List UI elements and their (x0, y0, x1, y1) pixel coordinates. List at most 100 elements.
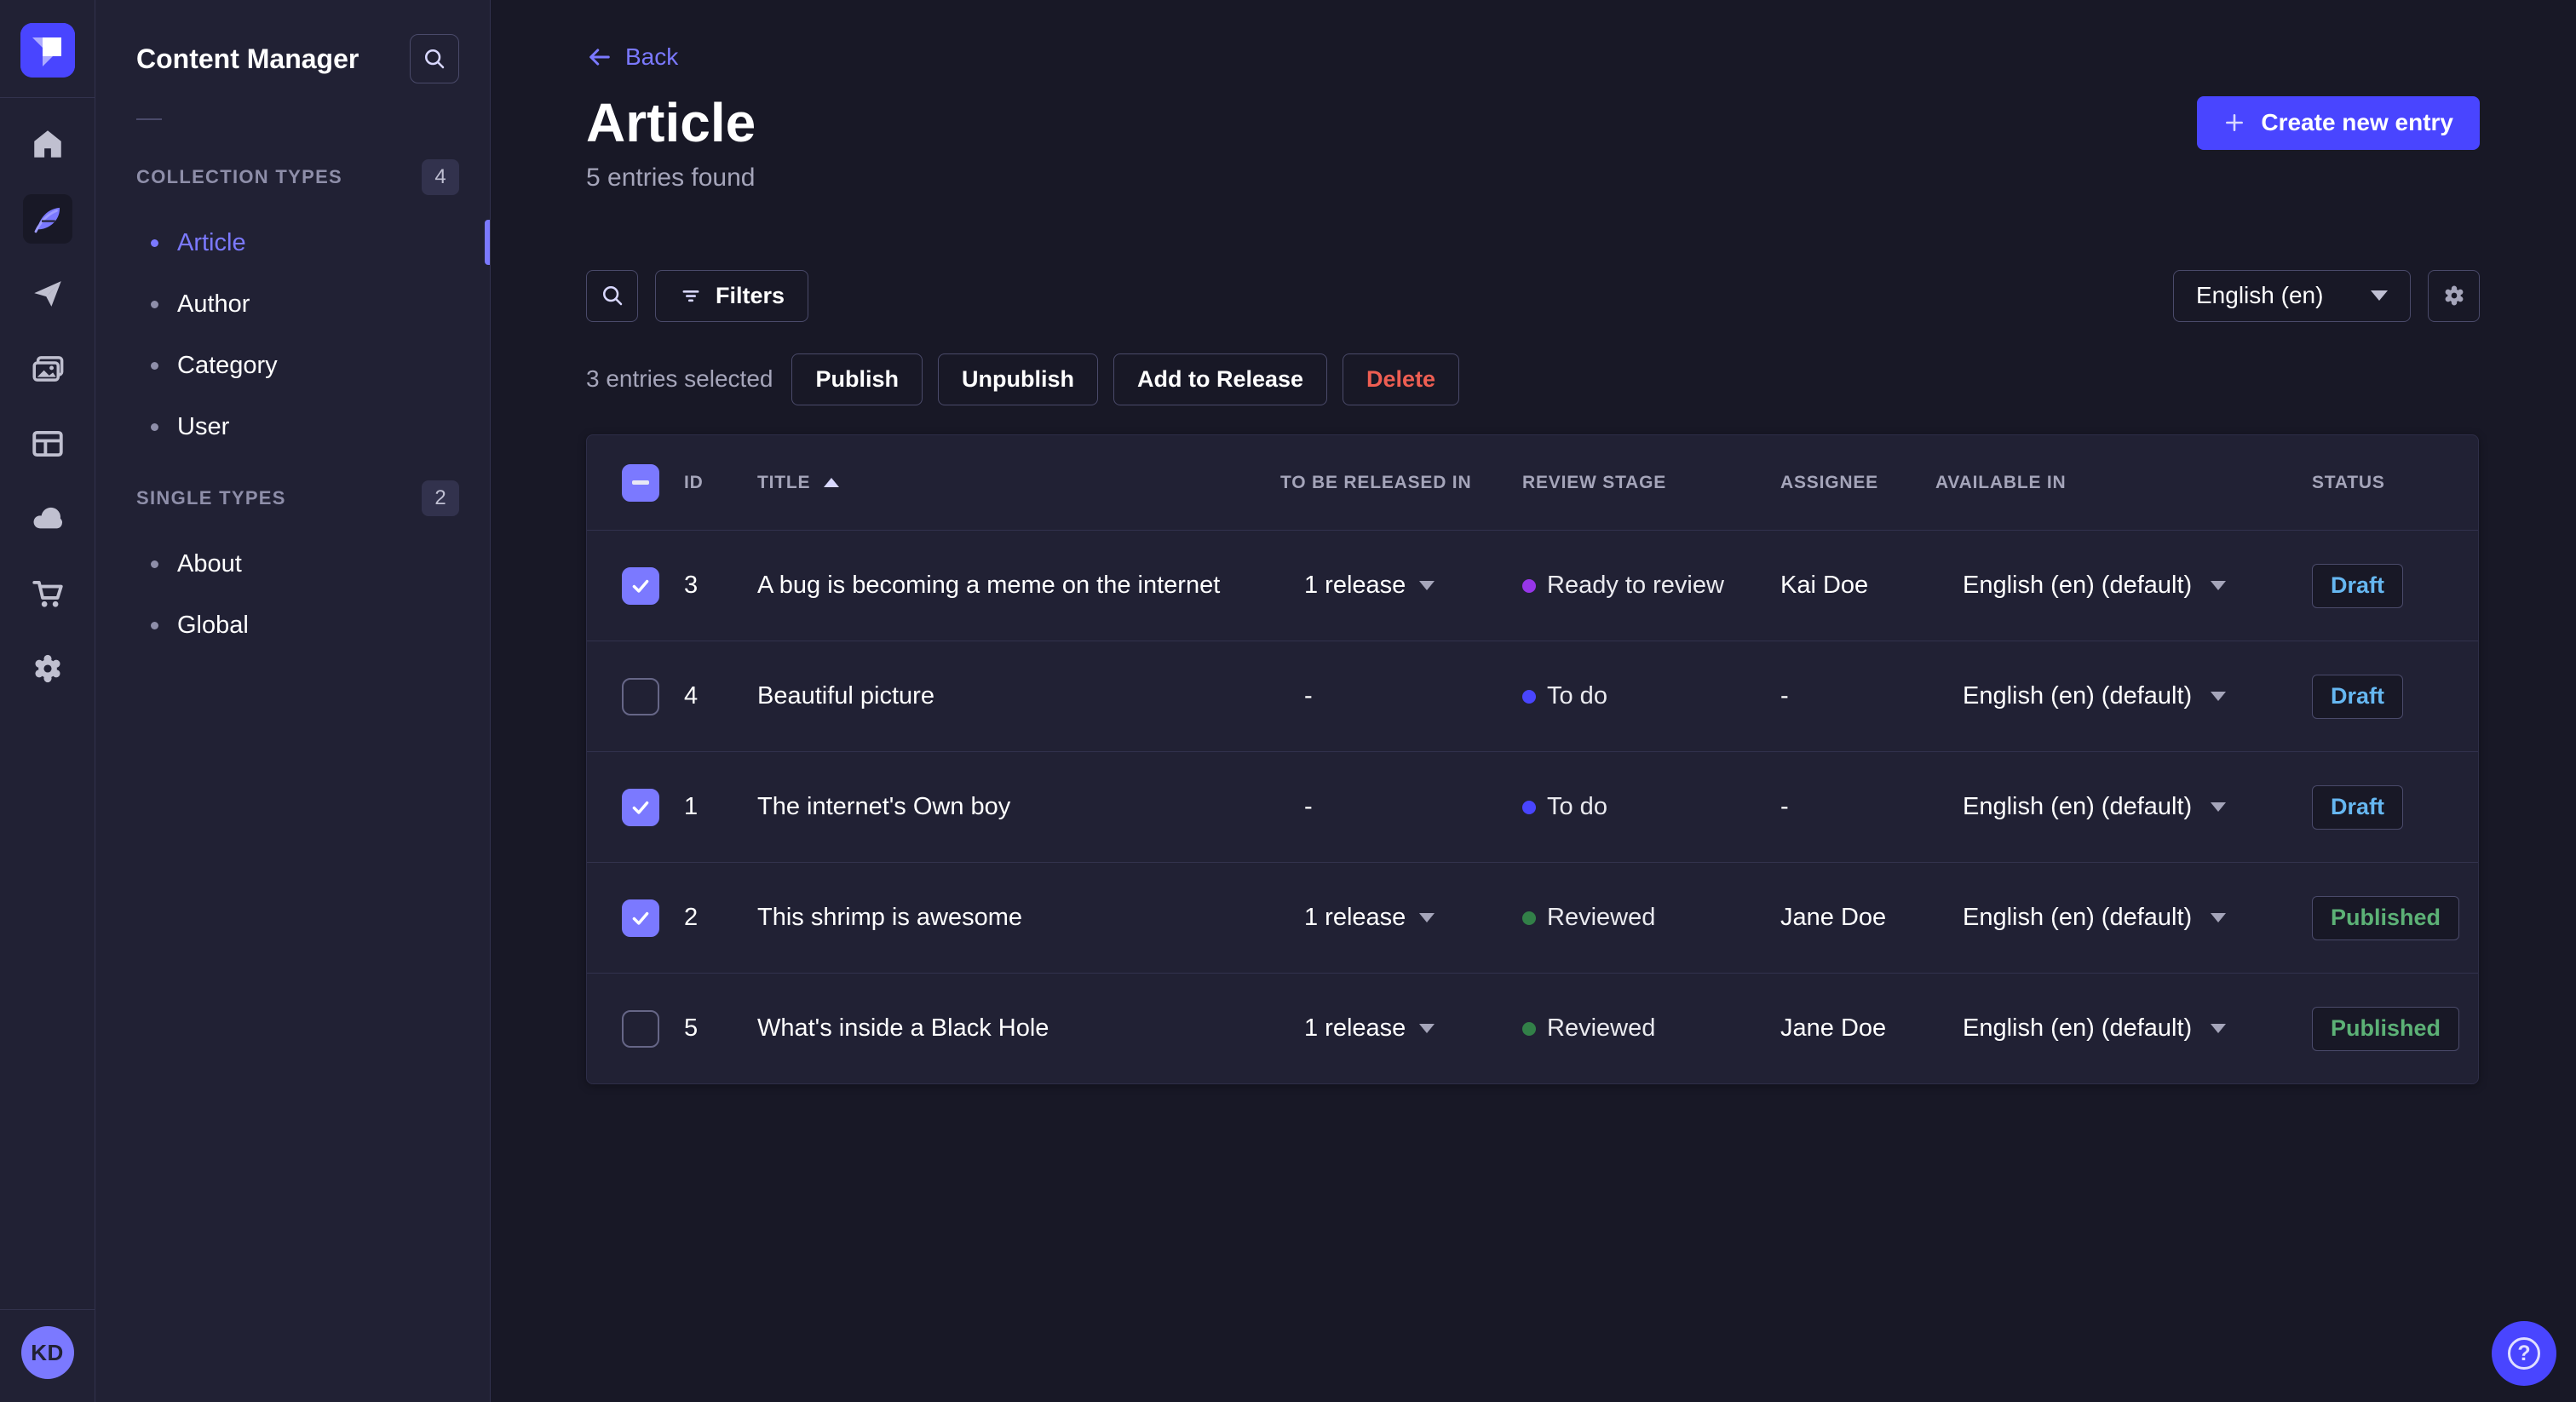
chevron-down-icon (2371, 290, 2388, 301)
row-checkbox[interactable] (622, 788, 659, 826)
cell-assignee: - (1780, 682, 1789, 710)
back-link[interactable]: Back (586, 43, 2480, 70)
column-header-id: ID (684, 472, 704, 492)
status-badge: Draft (2312, 563, 2404, 608)
publish-button[interactable]: Publish (791, 353, 923, 405)
status-badge: Draft (2312, 674, 2404, 719)
view-settings-button[interactable] (2428, 269, 2480, 322)
cell-status: Draft (2312, 674, 2478, 719)
cell-status: Draft (2312, 563, 2478, 608)
row-checkbox[interactable] (622, 677, 659, 715)
section-label-collection-types: COLLECTION TYPES (136, 166, 343, 187)
rail-divider (0, 97, 95, 98)
layout-builder-icon (32, 430, 63, 457)
bullet-icon (151, 300, 158, 308)
nav-home[interactable] (23, 119, 72, 169)
active-item-indicator (485, 220, 490, 265)
table-search-button[interactable] (586, 269, 638, 322)
media-library-icon (32, 356, 63, 382)
create-new-entry-button[interactable]: Create new entry (2197, 95, 2480, 150)
table-row[interactable]: 1 The internet's Own boy - To do - Engli… (587, 751, 2478, 862)
row-checkbox[interactable] (622, 1009, 659, 1048)
nav-cloud[interactable] (23, 494, 72, 543)
cell-available-in[interactable]: English (en) (default) (1935, 1014, 2312, 1043)
locale-caret (2211, 581, 2227, 590)
release-caret (1419, 1024, 1435, 1033)
cell-title: The internet's Own boy (757, 793, 1011, 820)
nav-settings[interactable] (23, 644, 72, 693)
cell-status: Published (2312, 1006, 2478, 1051)
cell-status: Draft (2312, 784, 2478, 830)
feather-content-manager-icon (34, 207, 60, 233)
delete-button[interactable]: Delete (1343, 353, 1460, 405)
sidebar-item-global[interactable]: Global (136, 595, 459, 656)
collection-types-count-badge: 4 (422, 159, 459, 195)
cell-release[interactable]: 1 release (1280, 1014, 1522, 1043)
cell-release[interactable]: 1 release (1280, 572, 1522, 600)
cell-release: - (1304, 682, 1313, 710)
help-button[interactable]: ? (2492, 1321, 2556, 1386)
table-row[interactable]: 2 This shrimp is awesome 1 release Revie… (587, 862, 2478, 973)
cell-id: 2 (684, 904, 699, 931)
user-avatar[interactable]: KD (20, 1326, 74, 1379)
column-header-to-be-released-in: TO BE RELEASED IN (1280, 472, 1472, 492)
sidebar-search-button[interactable] (410, 34, 459, 83)
nav-rail: KD (0, 0, 95, 1402)
review-stage-dot (1522, 1021, 1536, 1036)
add-to-release-button[interactable]: Add to Release (1113, 353, 1328, 405)
select-all-checkbox[interactable] (622, 463, 659, 502)
locale-dropdown[interactable]: English (en) (2173, 269, 2411, 322)
check-icon (632, 801, 649, 814)
cell-available-in[interactable]: English (en) (default) (1935, 572, 2312, 600)
release-caret (1419, 913, 1435, 922)
unpublish-button[interactable]: Unpublish (937, 353, 1098, 405)
bullet-icon (151, 238, 158, 247)
sidebar-item-category[interactable]: Category (136, 335, 459, 396)
nav-deploy[interactable] (23, 269, 72, 319)
column-header-title[interactable]: TITLE (757, 473, 1280, 493)
entries-count-subtitle: 5 entries found (586, 164, 756, 192)
section-label-single-types: SINGLE TYPES (136, 487, 286, 509)
cell-review-stage: Reviewed (1522, 1014, 1780, 1043)
cell-title: What's inside a Black Hole (757, 1014, 1049, 1042)
cell-assignee: - (1780, 793, 1789, 820)
table-row[interactable]: 5 What's inside a Black Hole 1 release R… (587, 973, 2478, 1083)
cell-release[interactable]: 1 release (1280, 904, 1522, 932)
strapi-logo[interactable] (20, 23, 75, 78)
table-row[interactable]: 3 A bug is becoming a meme on the intern… (587, 530, 2478, 641)
sidebar-item-article[interactable]: Article (136, 212, 459, 273)
sidebar-item-user[interactable]: User (136, 396, 459, 457)
plus-icon (2226, 114, 2244, 131)
locale-caret (2211, 913, 2227, 922)
status-badge: Draft (2312, 784, 2404, 830)
single-types-count-badge: 2 (422, 480, 459, 516)
sidebar-item-about[interactable]: About (136, 533, 459, 595)
column-header-review-stage: REVIEW STAGE (1522, 472, 1667, 492)
gear-settings-icon (34, 654, 60, 683)
cell-title: Beautiful picture (757, 682, 934, 710)
nav-marketplace[interactable] (23, 569, 72, 618)
status-badge: Published (2312, 1006, 2460, 1051)
sidebar-item-author[interactable]: Author (136, 273, 459, 335)
cell-available-in[interactable]: English (en) (default) (1935, 793, 2312, 821)
review-stage-dot (1522, 578, 1536, 593)
check-icon (632, 911, 649, 925)
indeterminate-dash-icon (632, 480, 649, 485)
cell-id: 4 (684, 682, 699, 710)
row-checkbox[interactable] (622, 899, 659, 937)
cell-available-in[interactable]: English (en) (default) (1935, 904, 2312, 932)
search-icon (602, 285, 622, 306)
question-mark-icon: ? (2508, 1337, 2540, 1370)
row-checkbox[interactable] (622, 566, 659, 605)
nav-content-type-builder[interactable] (23, 419, 72, 468)
page-title: Article (586, 92, 756, 153)
sidebar-title: Content Manager (136, 43, 359, 74)
column-header-assignee: ASSIGNEE (1780, 472, 1878, 492)
table-row[interactable]: 4 Beautiful picture - To do - English (e… (587, 641, 2478, 751)
nav-content-manager[interactable] (22, 194, 72, 244)
locale-caret (2211, 1024, 2227, 1033)
cell-available-in[interactable]: English (en) (default) (1935, 682, 2312, 710)
nav-media-library[interactable] (23, 344, 72, 394)
cart-marketplace-icon (32, 580, 63, 607)
filters-button[interactable]: Filters (655, 269, 809, 322)
